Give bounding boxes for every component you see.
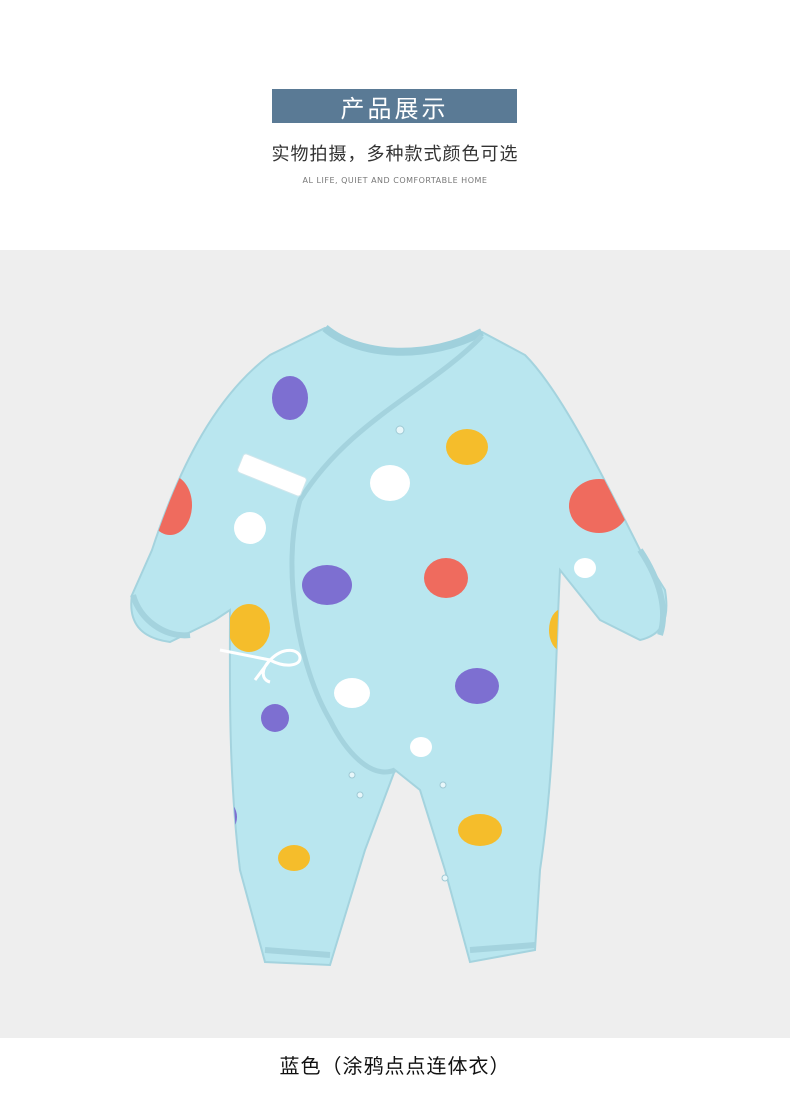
romper-body: [130, 326, 668, 967]
product-label: 蓝色（涂鸦点点连体衣）: [279, 1054, 511, 1078]
section-title-banner: 产品展示: [272, 89, 517, 123]
english-caption: AL LIFE, QUIET AND COMFORTABLE HOME: [302, 176, 488, 185]
section-title: 产品展示: [340, 94, 449, 123]
romper-icon: [130, 324, 668, 967]
product-photo: [0, 250, 790, 1038]
header: 产品展示 实物拍摄，多种款式颜色可选 AL LIFE, QUIET AND CO…: [0, 0, 790, 250]
section-subtitle: 实物拍摄，多种款式颜色可选: [271, 144, 519, 165]
